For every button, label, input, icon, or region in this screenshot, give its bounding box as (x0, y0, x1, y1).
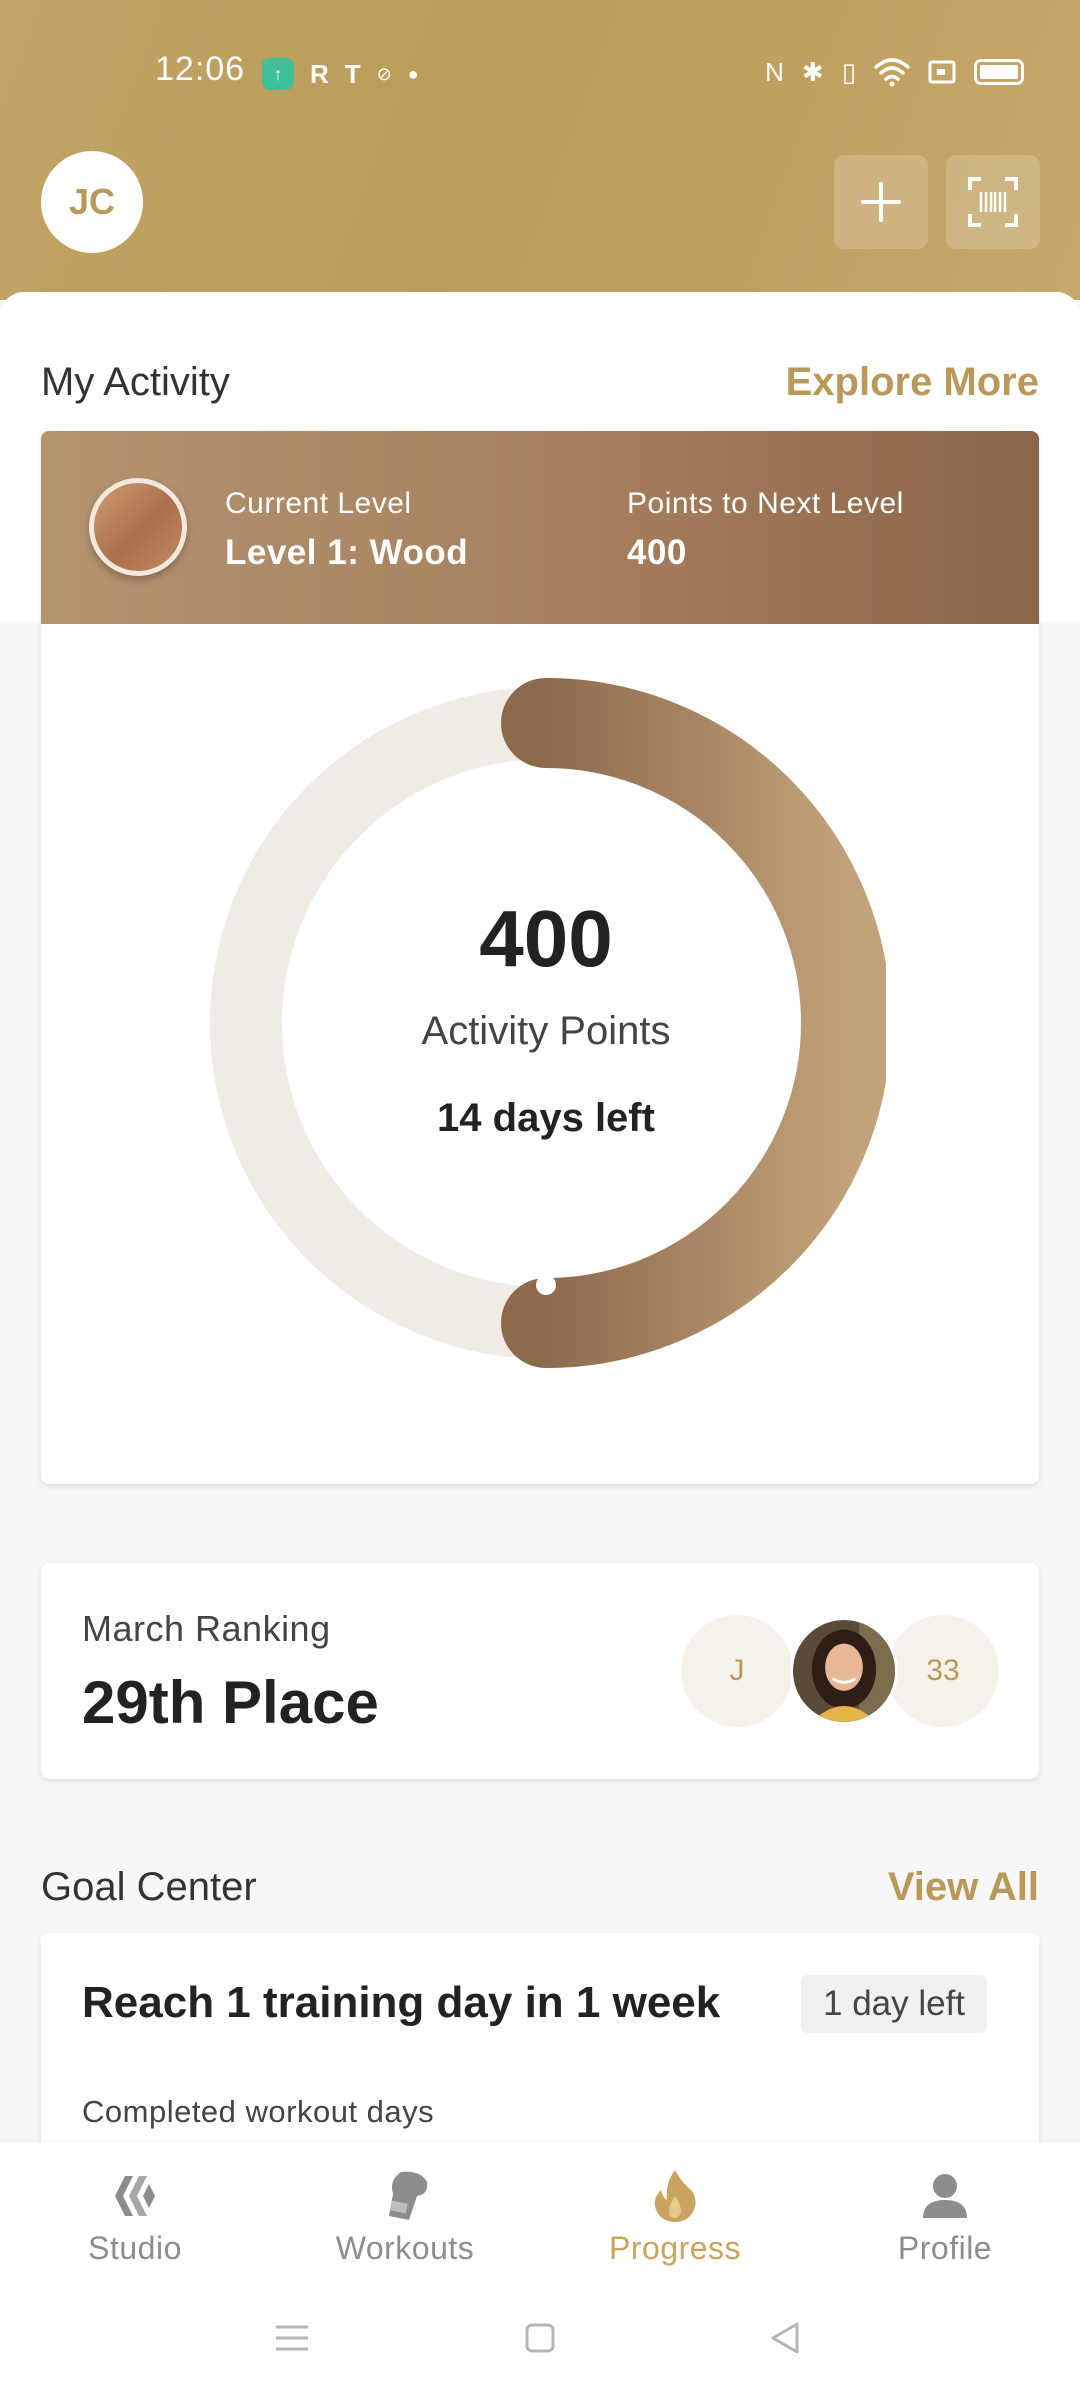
t-icon: T (344, 59, 361, 89)
activity-ring: 400 Activity Points 14 days left (206, 678, 891, 1368)
goal-days-left-badge: 1 day left (801, 1975, 988, 2033)
flame-icon (654, 2170, 696, 2222)
status-icons-right: N ✱ ▯ (765, 52, 1024, 92)
current-level-label: Current Level (225, 487, 412, 520)
level-banner: Current Level Level 1: Wood Points to Ne… (41, 431, 1039, 624)
profile-icon (923, 2174, 967, 2218)
view-all-link[interactable]: View All (888, 1865, 1039, 1910)
nav-item-studio[interactable]: Studio (35, 2142, 235, 2278)
current-level-value: Level 1: Wood (225, 533, 469, 572)
scan-button[interactable] (946, 155, 1040, 249)
status-time: 12:06 (155, 50, 246, 88)
cast-icon (928, 60, 956, 84)
battery-icon (974, 59, 1024, 85)
ranking-label: March Ranking (82, 1608, 331, 1649)
menu-icon[interactable] (262, 2308, 322, 2368)
nav-item-profile[interactable]: Profile (845, 2142, 1045, 2278)
barcode-scan-icon (968, 177, 1018, 227)
nav-label-profile: Profile (897, 2230, 993, 2266)
ranking-right-number: 33 (887, 1615, 999, 1727)
plus-icon (861, 182, 901, 222)
activity-points-value: 400 (479, 894, 613, 983)
goal-card[interactable]: Reach 1 training day in 1 week 1 day lef… (41, 1933, 1039, 2153)
nav-item-workouts[interactable]: Workouts (305, 2142, 505, 2278)
wifi-icon (874, 58, 910, 87)
bottom-nav: Studio Workouts Progress Profile (0, 2142, 1080, 2278)
goal-title: Reach 1 training day in 1 week (82, 1978, 721, 2027)
dot-icon: ● (407, 64, 419, 84)
sync-icon: ⊘ (376, 64, 392, 84)
next-level-value: 400 (627, 533, 687, 572)
nfc-icon: N (765, 57, 784, 87)
ranking-card[interactable]: March Ranking 29th Place J 33 (41, 1563, 1039, 1779)
bluetooth-icon: ✱ (801, 57, 824, 87)
nav-label-workouts: Workouts (335, 2230, 475, 2266)
app-notification-icon: ↑ (262, 58, 294, 90)
vibrate-icon: ▯ (841, 57, 856, 87)
ring-center: 400 Activity Points 14 days left (206, 678, 886, 1368)
my-activity-title: My Activity (41, 360, 230, 404)
nav-item-progress[interactable]: Progress (575, 2142, 775, 2278)
activity-points-label: Activity Points (421, 1009, 671, 1053)
status-icons-left: ↑ R T ⊘ ● (262, 54, 419, 94)
user-avatar[interactable]: JC (41, 151, 143, 253)
days-left: 14 days left (437, 1096, 655, 1140)
system-nav-bar (0, 2278, 1080, 2400)
nav-label-progress: Progress (608, 2230, 742, 2266)
add-button[interactable] (834, 155, 928, 249)
r-icon: R (310, 59, 329, 89)
ranking-value: 29th Place (82, 1669, 379, 1736)
goal-center-title: Goal Center (41, 1865, 257, 1909)
home-icon[interactable] (510, 2308, 570, 2368)
nav-label-studio: Studio (88, 2230, 182, 2266)
wood-medal-icon (89, 478, 187, 576)
explore-more-link[interactable]: Explore More (786, 360, 1039, 405)
goal-subtitle: Completed workout days (82, 2094, 435, 2129)
workouts-icon (389, 2171, 428, 2220)
status-bar: 12:06 ↑ R T ⊘ ● N ✱ ▯ (0, 36, 1080, 108)
back-icon[interactable] (755, 2308, 815, 2368)
ranking-left-avatar: J (681, 1615, 793, 1727)
next-level-label: Points to Next Level (627, 487, 904, 520)
user-photo-image (793, 1620, 895, 1722)
studio-icon (115, 2176, 155, 2216)
activity-card[interactable]: Current Level Level 1: Wood Points to Ne… (41, 431, 1039, 1484)
ranking-user-photo (790, 1617, 898, 1725)
